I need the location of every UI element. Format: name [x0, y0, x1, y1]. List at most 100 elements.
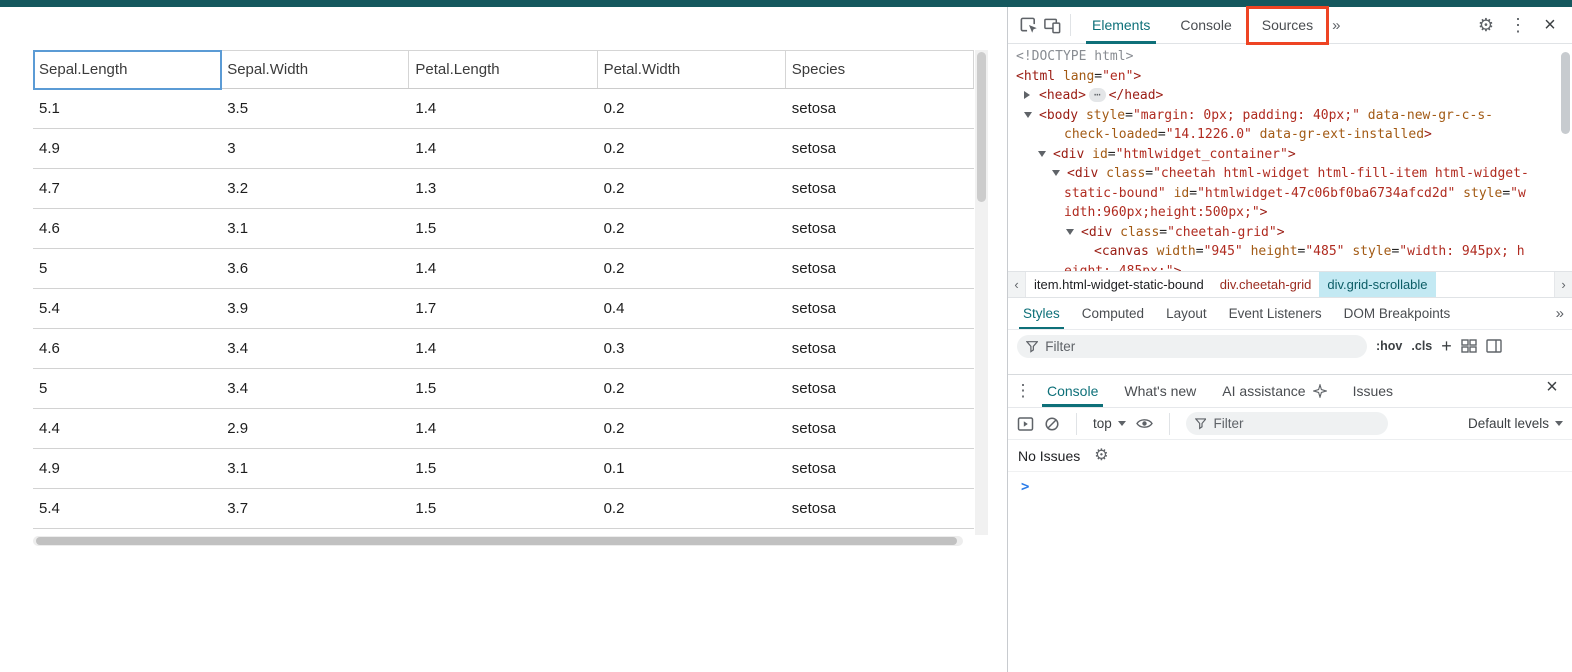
table-cell[interactable]: 1.4	[409, 249, 597, 288]
drawer-tab-issues[interactable]: Issues	[1340, 375, 1406, 407]
styles-filter-input[interactable]	[1045, 339, 1358, 354]
console-filter-field[interactable]	[1186, 412, 1388, 435]
table-cell[interactable]: 1.3	[409, 169, 597, 208]
tab-layout[interactable]: Layout	[1155, 298, 1218, 329]
dom-tree-node[interactable]: <canvas width="945" height="485" style="…	[1008, 242, 1572, 262]
tab-styles[interactable]: Styles	[1012, 298, 1071, 329]
table-cell[interactable]: setosa	[786, 289, 974, 328]
table-cell[interactable]: setosa	[786, 249, 974, 288]
drawer-kebab-menu-icon[interactable]: ⋮	[1012, 375, 1034, 407]
table-cell[interactable]: 1.4	[409, 89, 597, 128]
table-cell[interactable]: setosa	[786, 209, 974, 248]
table-cell[interactable]: 5.4	[33, 289, 221, 328]
tab-elements[interactable]: Elements	[1077, 7, 1165, 44]
table-cell[interactable]: 1.5	[409, 449, 597, 488]
table-cell[interactable]: 1.4	[409, 329, 597, 368]
close-drawer-icon[interactable]: ×	[1540, 375, 1564, 399]
table-cell[interactable]: 3	[221, 129, 409, 168]
table-cell[interactable]: setosa	[786, 129, 974, 168]
vertical-scrollbar[interactable]	[975, 50, 988, 535]
breadcrumb-scroll-left-icon[interactable]: ‹	[1008, 272, 1026, 297]
dom-tree-node[interactable]: <body style="margin: 0px; padding: 40px;…	[1008, 106, 1572, 126]
table-cell[interactable]: 5.4	[33, 489, 221, 528]
dom-tree-node[interactable]: <div class="cheetah html-widget html-fil…	[1008, 164, 1572, 184]
table-cell[interactable]: 3.1	[221, 209, 409, 248]
table-cell[interactable]: 0.2	[598, 209, 786, 248]
tab-dom-breakpoints[interactable]: DOM Breakpoints	[1333, 298, 1462, 329]
kebab-menu-icon[interactable]: ⋮	[1506, 13, 1530, 37]
dom-tree-node[interactable]: check-loaded="14.1226.0" data-gr-ext-ins…	[1008, 125, 1572, 145]
elements-scrollbar-thumb[interactable]	[1561, 52, 1570, 134]
drawer-tab-ai-assistance[interactable]: AI assistance	[1209, 375, 1339, 407]
table-cell[interactable]: 3.9	[221, 289, 409, 328]
column-header-sepal-length[interactable]: Sepal.Length	[33, 51, 221, 88]
tab-sources[interactable]: Sources	[1247, 7, 1328, 44]
drawer-tab-whats-new[interactable]: What's new	[1111, 375, 1209, 407]
table-cell[interactable]: setosa	[786, 89, 974, 128]
table-cell[interactable]: 4.6	[33, 329, 221, 368]
table-cell[interactable]: 5.1	[33, 89, 221, 128]
context-selector-top[interactable]: top	[1093, 416, 1126, 431]
table-cell[interactable]: 0.2	[598, 89, 786, 128]
dom-tree-node[interactable]: <head>⋯</head>	[1008, 86, 1572, 106]
column-header-petal-width[interactable]: Petal.Width	[598, 51, 786, 88]
dom-tree-node[interactable]: idth:960px;height:500px;">	[1008, 203, 1572, 223]
column-header-sepal-width[interactable]: Sepal.Width	[221, 51, 409, 88]
tab-event-listeners[interactable]: Event Listeners	[1218, 298, 1333, 329]
breadcrumb-item-grid-scrollable[interactable]: div.grid-scrollable	[1319, 272, 1435, 297]
element-classes-button[interactable]: .cls	[1411, 339, 1432, 353]
table-cell[interactable]: 0.2	[598, 369, 786, 408]
dom-tree-node[interactable]: static-bound" id="htmlwidget-47c06bf0ba6…	[1008, 184, 1572, 204]
column-header-species[interactable]: Species	[786, 51, 974, 88]
toggle-element-state-button[interactable]: :hov	[1376, 339, 1402, 353]
dom-tree-node[interactable]: <div class="cheetah-grid">	[1008, 223, 1572, 243]
horizontal-scrollbar[interactable]	[33, 536, 963, 546]
table-cell[interactable]: 0.3	[598, 329, 786, 368]
table-cell[interactable]: setosa	[786, 329, 974, 368]
table-cell[interactable]: setosa	[786, 409, 974, 448]
table-cell[interactable]: 0.2	[598, 489, 786, 528]
table-cell[interactable]: 1.5	[409, 489, 597, 528]
table-cell[interactable]: 3.5	[221, 89, 409, 128]
table-cell[interactable]: 0.1	[598, 449, 786, 488]
table-cell[interactable]: 3.7	[221, 489, 409, 528]
table-cell[interactable]: 1.4	[409, 129, 597, 168]
table-cell[interactable]: 4.9	[33, 449, 221, 488]
collapse-arrow-icon[interactable]	[1038, 145, 1053, 165]
settings-gear-icon[interactable]: ⚙	[1474, 13, 1498, 37]
dom-tree-node[interactable]: <!DOCTYPE html>	[1008, 47, 1572, 67]
dom-tree-node[interactable]: <div id="htmlwidget_container">	[1008, 145, 1572, 165]
table-cell[interactable]: 4.4	[33, 409, 221, 448]
table-cell[interactable]: setosa	[786, 449, 974, 488]
table-cell[interactable]: 3.4	[221, 329, 409, 368]
table-cell[interactable]: 1.4	[409, 409, 597, 448]
close-devtools-icon[interactable]: ×	[1538, 13, 1562, 37]
table-cell[interactable]: 0.2	[598, 249, 786, 288]
breadcrumb-item-cheetah-grid[interactable]: div.cheetah-grid	[1212, 272, 1320, 297]
tab-computed[interactable]: Computed	[1071, 298, 1155, 329]
expand-inline-button[interactable]: ⋯	[1089, 88, 1106, 102]
table-cell[interactable]: 4.9	[33, 129, 221, 168]
clear-console-icon[interactable]	[1044, 416, 1060, 432]
expand-arrow-icon[interactable]	[1024, 86, 1039, 106]
table-cell[interactable]: 3.2	[221, 169, 409, 208]
table-cell[interactable]: 4.7	[33, 169, 221, 208]
horizontal-scrollbar-thumb[interactable]	[36, 537, 957, 545]
table-cell[interactable]: 0.2	[598, 409, 786, 448]
tab-console[interactable]: Console	[1165, 7, 1246, 44]
drawer-tab-console[interactable]: Console	[1034, 375, 1111, 407]
new-style-rule-button[interactable]: +	[1441, 337, 1452, 355]
rendering-emulations-icon[interactable]	[1461, 339, 1477, 353]
eye-live-expression-icon[interactable]	[1136, 417, 1153, 430]
table-cell[interactable]: 3.4	[221, 369, 409, 408]
styles-filter-field[interactable]	[1017, 335, 1367, 358]
table-cell[interactable]: 1.7	[409, 289, 597, 328]
computed-styles-sidebar-icon[interactable]	[1486, 339, 1502, 353]
breadcrumb-scroll-right-icon[interactable]: ›	[1554, 272, 1572, 297]
more-tabs-icon[interactable]: »	[1328, 17, 1342, 34]
dom-tree-node[interactable]: eight: 485px;">	[1008, 262, 1572, 272]
table-cell[interactable]: 0.2	[598, 169, 786, 208]
table-cell[interactable]: 5	[33, 369, 221, 408]
collapse-arrow-icon[interactable]	[1024, 106, 1039, 126]
table-cell[interactable]: setosa	[786, 489, 974, 528]
